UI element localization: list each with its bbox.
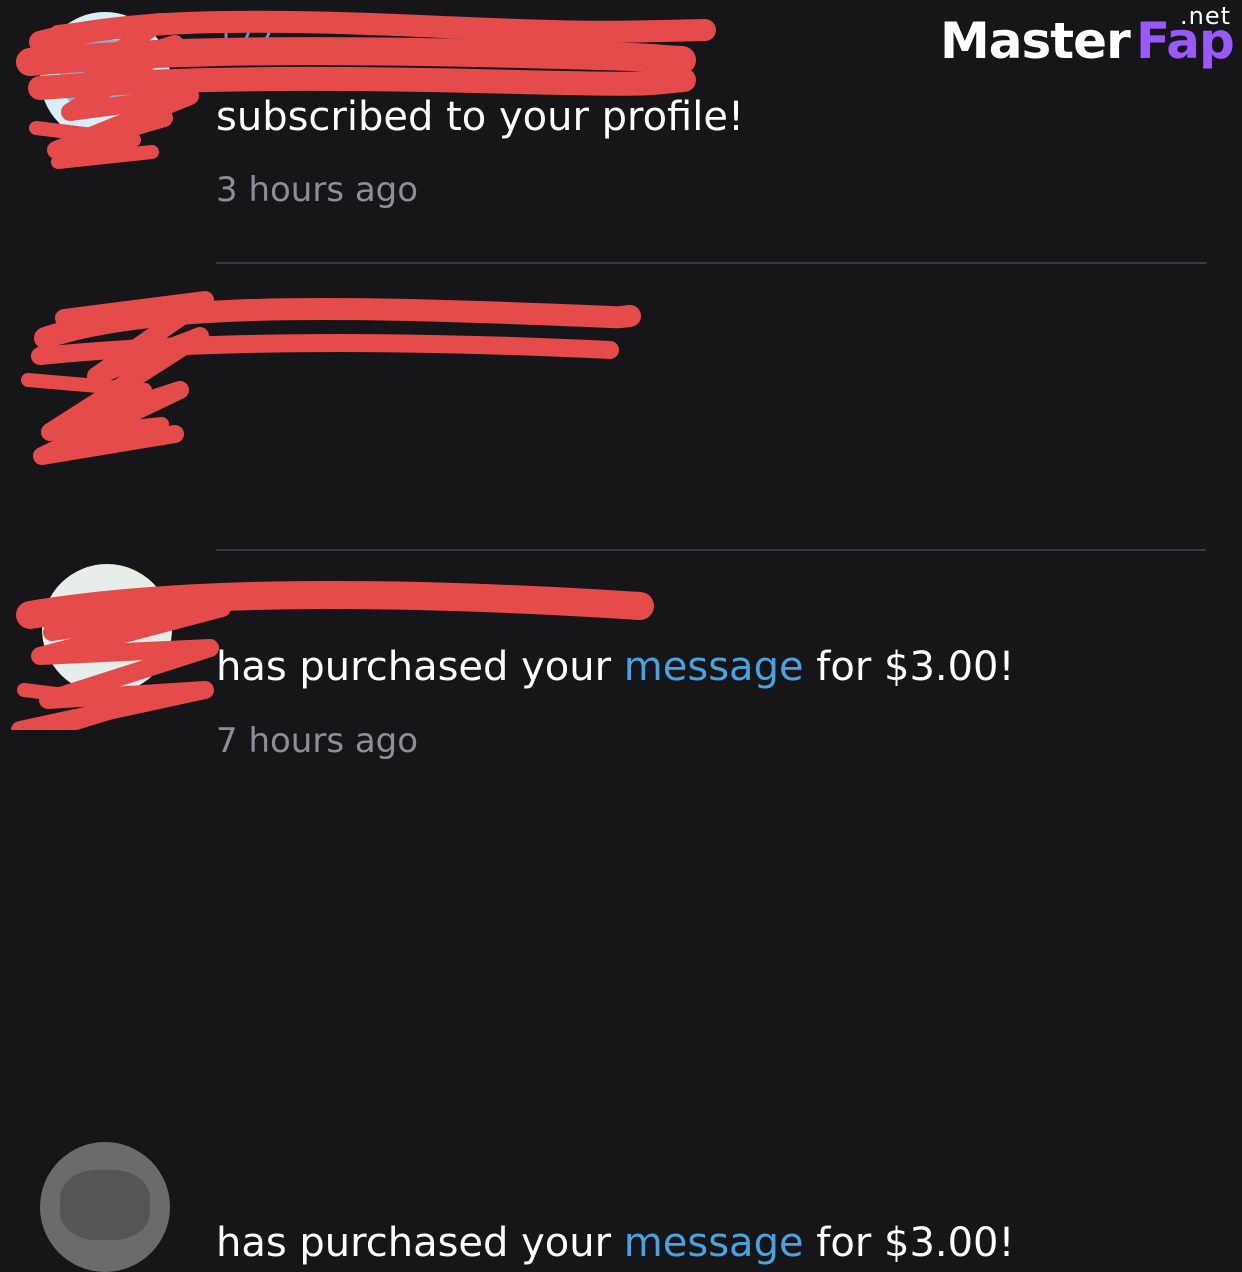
notification-message: has purchased your message for $3.00!	[216, 1220, 1015, 1266]
notification-subscribed[interactable]: 172 subscribed to your profile! 3 hours …	[0, 0, 1242, 262]
message-text-prefix: has purchased your	[216, 1220, 624, 1266]
notification-message: subscribed to your profile!	[216, 94, 744, 140]
message-link[interactable]: message	[624, 1220, 804, 1266]
message-text-suffix: for $3.00!	[803, 1220, 1015, 1266]
notification-time: 3 hours ago	[216, 170, 419, 210]
avatar[interactable]	[40, 1142, 170, 1272]
notification-purchase[interactable]: has purchased your message for $3.00!	[0, 552, 1242, 1272]
divider	[216, 549, 1206, 551]
avatar[interactable]	[40, 12, 170, 142]
notification-purchase[interactable]: has purchased your message for $3.00! 7 …	[0, 264, 1242, 761]
username-fragment[interactable]: 172	[216, 22, 273, 57]
